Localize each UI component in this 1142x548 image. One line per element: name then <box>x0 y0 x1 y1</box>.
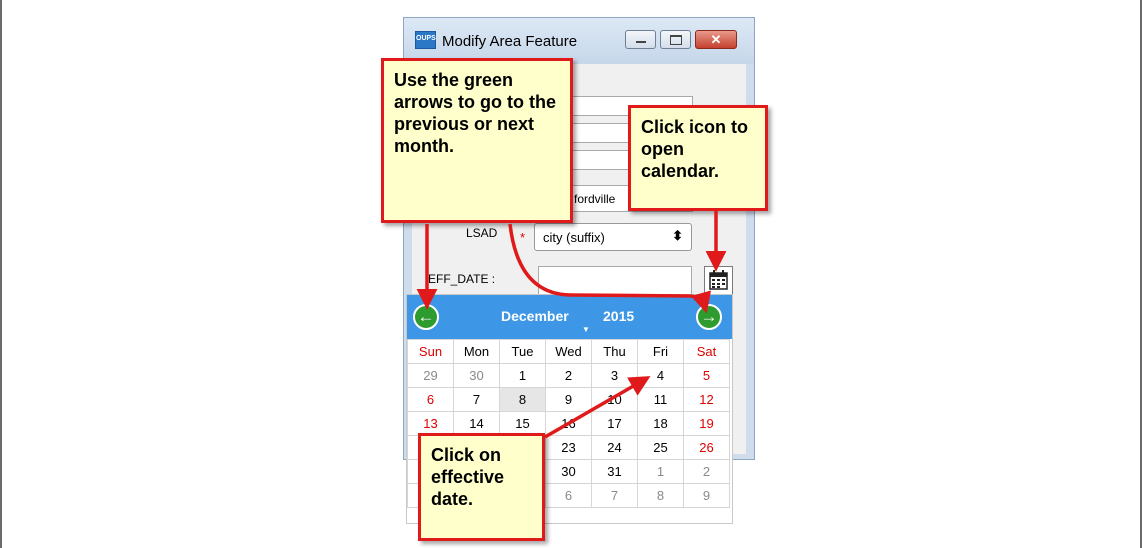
calendar-header: ← December ▼ 2015 → <box>407 295 732 339</box>
day-cell[interactable]: 1 <box>637 459 684 484</box>
weekday-tue: Tue <box>499 339 546 364</box>
weekday-sun: Sun <box>407 339 454 364</box>
callout-calendar-icon: Click icon to open calendar. <box>628 105 768 211</box>
day-cell[interactable]: 1 <box>499 363 546 388</box>
day-cell[interactable]: 25 <box>637 435 684 460</box>
app-icon: OUPS <box>415 31 436 49</box>
day-cell[interactable]: 13 <box>407 411 454 436</box>
lsad-label: LSAD <box>466 226 498 240</box>
day-cell[interactable]: 8 <box>637 483 684 508</box>
lsad-value: city (suffix) <box>543 230 605 245</box>
eff-date-input[interactable] <box>538 266 692 295</box>
dropdown-arrow-icon: ⬍ <box>672 228 683 243</box>
day-cell[interactable]: 6 <box>407 387 454 412</box>
month-label[interactable]: December <box>501 308 569 324</box>
day-cell[interactable]: 30 <box>545 459 592 484</box>
day-cell[interactable]: 9 <box>545 387 592 412</box>
day-cell[interactable]: 2 <box>545 363 592 388</box>
lsad-select[interactable]: city (suffix) ⬍ <box>534 223 692 251</box>
prev-month-arrow-icon[interactable]: ← <box>413 304 439 330</box>
day-cell[interactable]: 31 <box>591 459 638 484</box>
week-row: 13 14 15 16 17 18 19 <box>407 411 730 436</box>
day-cell[interactable]: 4 <box>637 363 684 388</box>
day-cell[interactable]: 30 <box>453 363 500 388</box>
weekday-row: Sun Mon Tue Wed Thu Fri Sat <box>407 339 730 364</box>
weekday-wed: Wed <box>545 339 592 364</box>
minimize-icon[interactable] <box>625 30 656 49</box>
day-cell[interactable]: 17 <box>591 411 638 436</box>
day-cell[interactable]: 6 <box>545 483 592 508</box>
eff-date-label: EFF_DATE : <box>428 272 496 286</box>
page-border-left <box>0 0 2 548</box>
day-cell[interactable]: 3 <box>591 363 638 388</box>
year-label[interactable]: 2015 <box>603 308 634 324</box>
day-cell[interactable]: 10 <box>591 387 638 412</box>
day-cell[interactable]: 14 <box>453 411 500 436</box>
place-name-value: fordville <box>574 192 616 206</box>
day-cell[interactable]: 7 <box>453 387 500 412</box>
day-cell[interactable]: 9 <box>683 483 730 508</box>
required-mark: * <box>520 230 526 245</box>
day-cell[interactable]: 19 <box>683 411 730 436</box>
weekday-fri: Fri <box>637 339 684 364</box>
today-cell[interactable]: 8 <box>499 387 546 412</box>
month-dropdown-caret-icon[interactable]: ▼ <box>582 325 590 334</box>
callout-effective-date: Click on effective date. <box>418 433 545 541</box>
day-cell[interactable]: 26 <box>683 435 730 460</box>
day-cell[interactable]: 24 <box>591 435 638 460</box>
close-icon[interactable]: ✕ <box>695 30 737 49</box>
calendar-icon <box>709 270 728 290</box>
callout-green-arrows: Use the green arrows to go to the previo… <box>381 58 573 223</box>
window-title: Modify Area Feature <box>442 33 578 50</box>
day-cell[interactable]: 5 <box>683 363 730 388</box>
calendar-button[interactable] <box>704 266 733 295</box>
weekday-thu: Thu <box>591 339 638 364</box>
weekday-mon: Mon <box>453 339 500 364</box>
day-cell[interactable]: 15 <box>499 411 546 436</box>
week-row: 29 30 1 2 3 4 5 <box>407 363 730 388</box>
weekday-sat: Sat <box>683 339 730 364</box>
day-cell[interactable]: 11 <box>637 387 684 412</box>
day-cell[interactable]: 12 <box>683 387 730 412</box>
day-cell[interactable]: 23 <box>545 435 592 460</box>
week-row: 6 7 8 9 10 11 12 <box>407 387 730 412</box>
maximize-icon[interactable] <box>660 30 691 49</box>
next-month-arrow-icon[interactable]: → <box>696 304 722 330</box>
day-cell[interactable]: 7 <box>591 483 638 508</box>
day-cell[interactable]: 16 <box>545 411 592 436</box>
day-cell[interactable]: 29 <box>407 363 454 388</box>
day-cell[interactable]: 2 <box>683 459 730 484</box>
day-cell[interactable]: 18 <box>637 411 684 436</box>
